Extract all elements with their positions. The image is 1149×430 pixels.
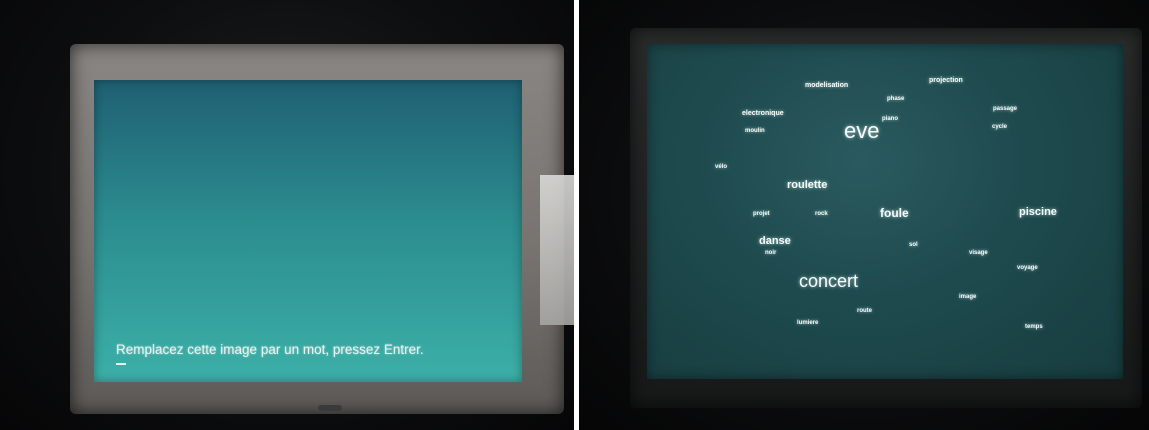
screen-prompt: Remplacez cette image par un mot, presse…: [116, 342, 424, 357]
cloud-word: rock: [815, 211, 828, 217]
cloud-word-large: concert: [799, 271, 859, 291]
cloud-word-medium: piscine: [1019, 206, 1057, 218]
cloud-word: vélo: [715, 164, 728, 170]
cloud-word: temps: [1025, 324, 1043, 330]
cloud-word-large: eve: [844, 118, 880, 143]
cloud-word: phase: [887, 96, 905, 102]
cloud-word: image: [959, 294, 977, 300]
cloud-word-medium: foule: [880, 206, 909, 220]
cloud-word-medium: danse: [759, 235, 791, 247]
word-cloud-screen: modelisation projection phase electroniq…: [647, 44, 1123, 379]
cloud-word: passage: [993, 106, 1018, 112]
cloud-word: noir: [765, 250, 777, 256]
cloud-word: modelisation: [805, 82, 849, 89]
monitor-screen: Remplacez cette image par un mot, presse…: [94, 80, 522, 382]
right-photo: modelisation projection phase electroniq…: [579, 0, 1149, 430]
cloud-word: voyage: [1017, 265, 1038, 271]
cloud-word-medium: roulette: [787, 179, 828, 191]
monitor-button: [318, 405, 342, 411]
left-photo: Remplacez cette image par un mot, presse…: [0, 0, 574, 430]
background-object: [540, 175, 574, 325]
cloud-word: projet: [753, 211, 770, 217]
cloud-word: lumiere: [797, 320, 819, 326]
cloud-word: projection: [929, 77, 963, 84]
cloud-word: sol: [909, 242, 918, 248]
cloud-word: visage: [969, 250, 988, 256]
cloud-word: route: [857, 308, 872, 314]
cloud-word: moulin: [745, 128, 765, 134]
text-cursor: [116, 363, 126, 365]
cloud-word: piano: [882, 116, 898, 122]
cloud-word: cycle: [992, 124, 1008, 130]
cloud-word: electronique: [742, 110, 784, 117]
